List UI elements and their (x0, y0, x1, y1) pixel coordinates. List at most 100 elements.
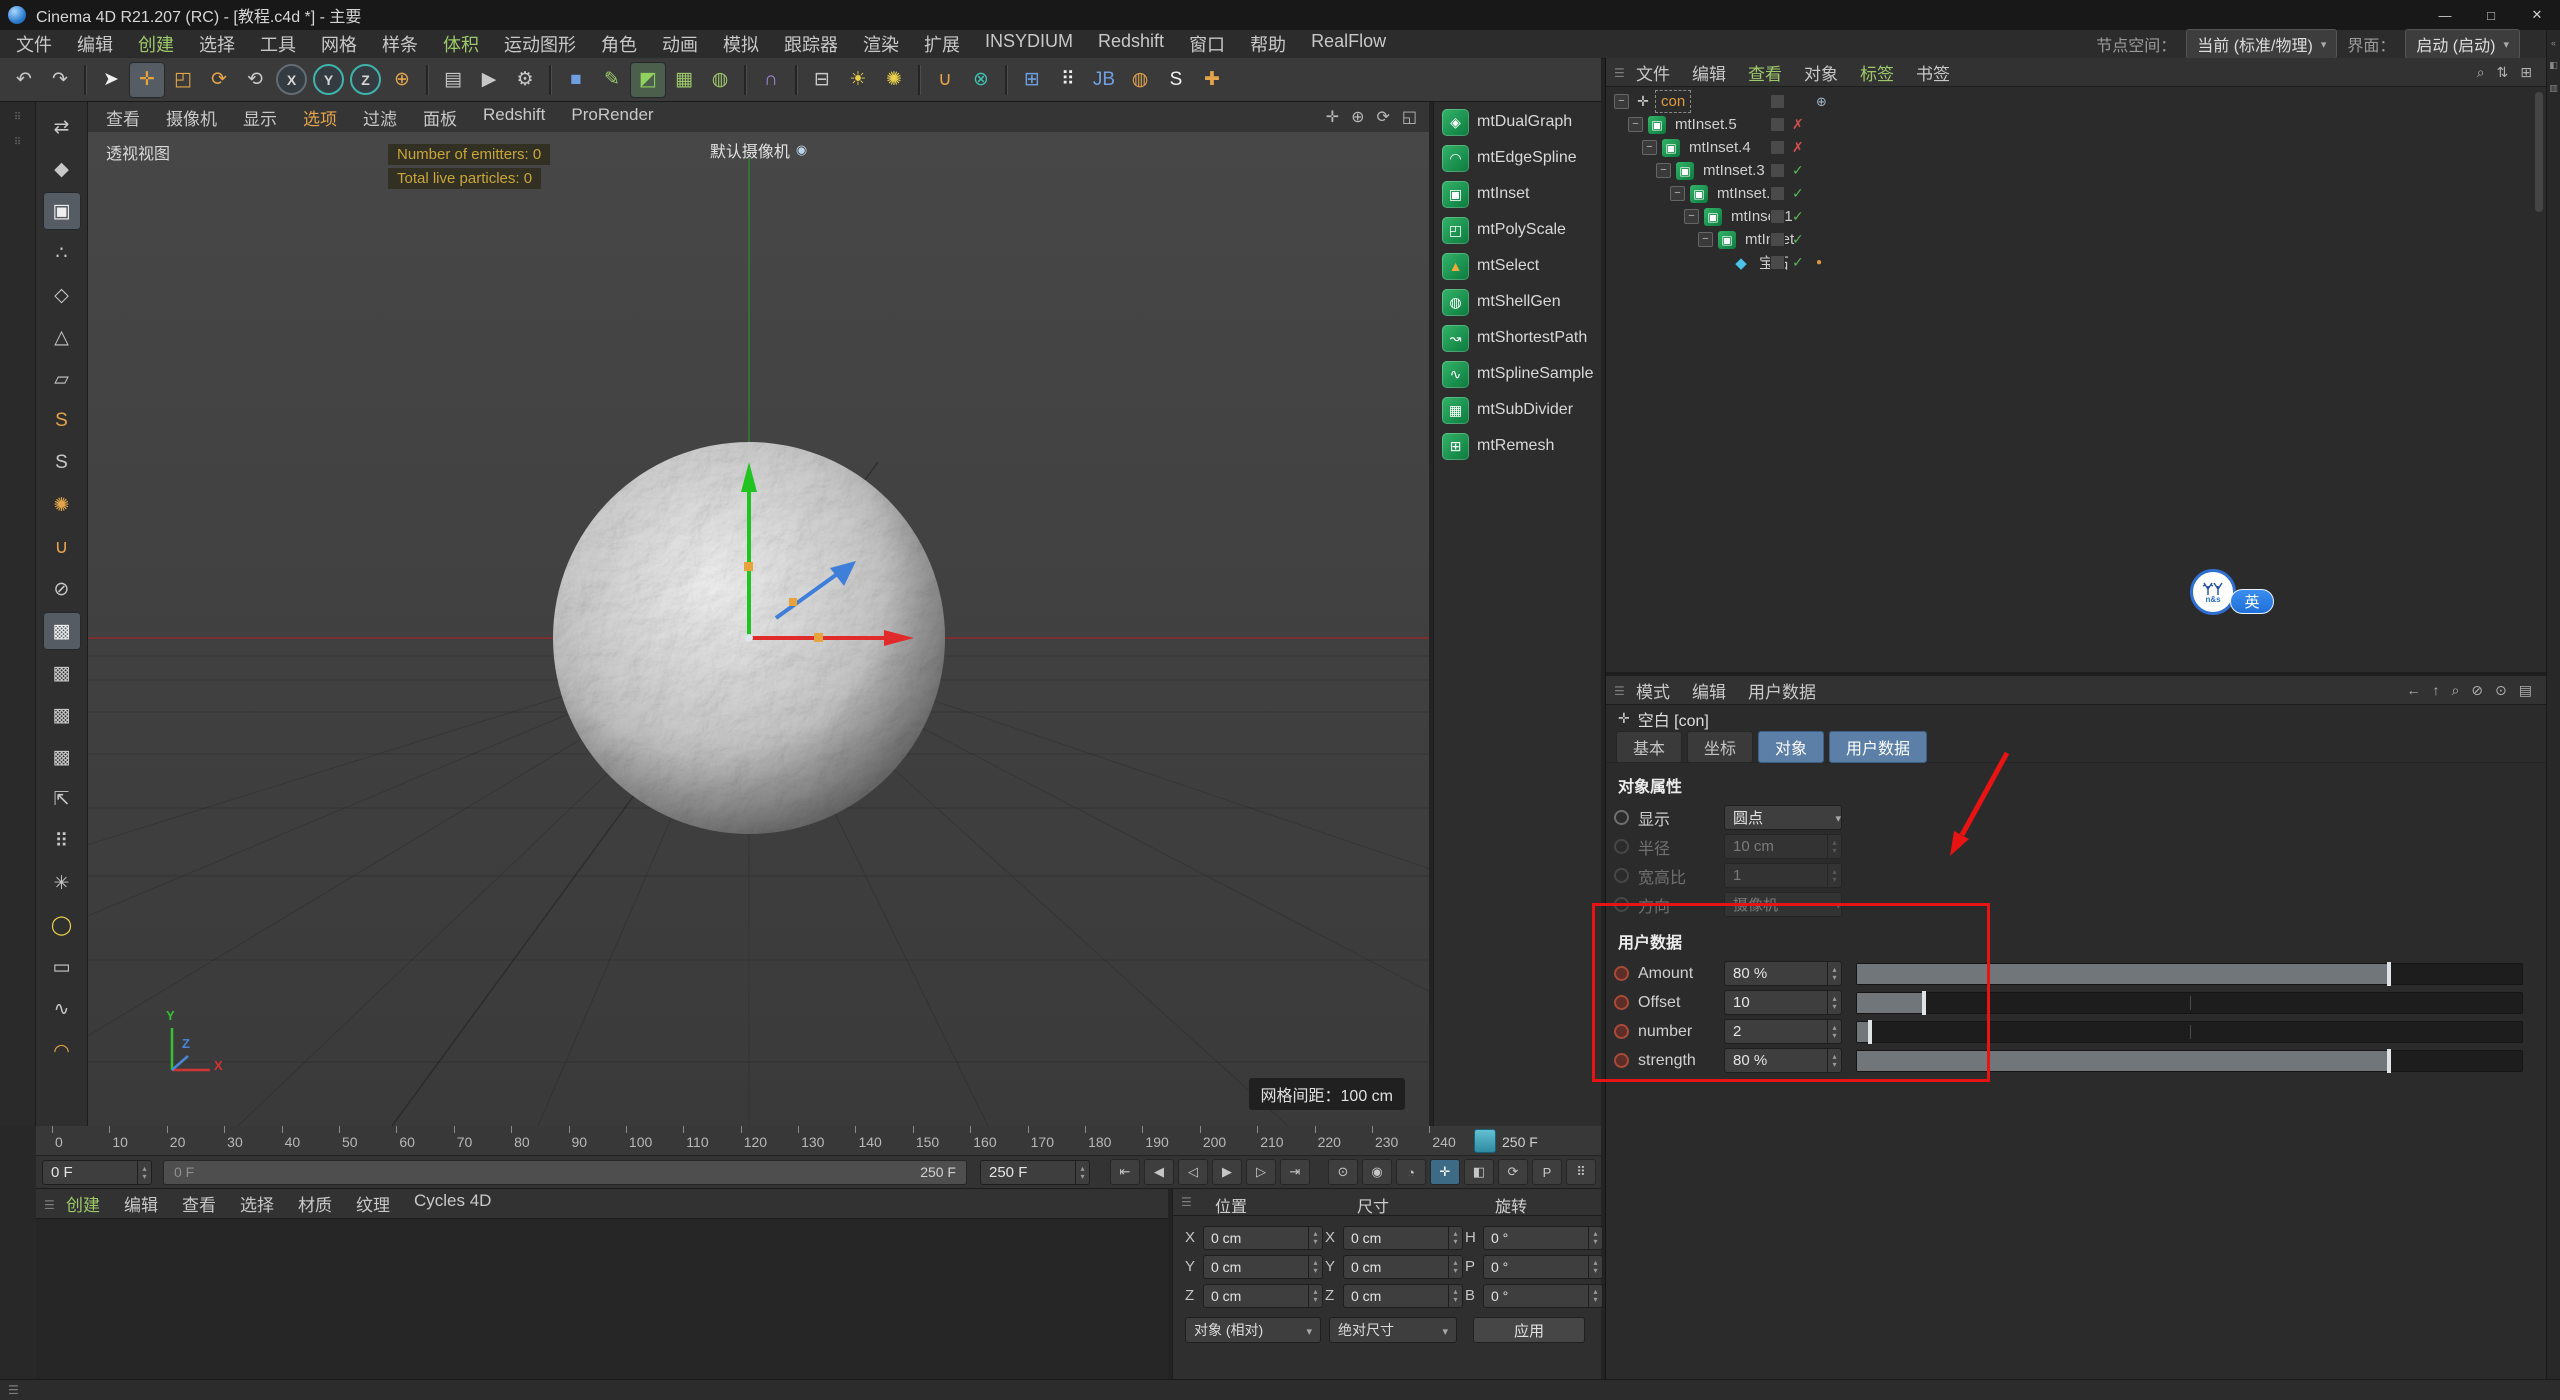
move-tool-icon[interactable]: ✛ (129, 61, 165, 98)
light-icon[interactable]: ✺ (876, 62, 912, 98)
scale-tool-icon[interactable]: ◰ (165, 62, 201, 98)
star-tool-icon[interactable]: ✳ (43, 864, 81, 902)
add-cube-icon[interactable]: ■ (558, 62, 594, 98)
material-menu-item[interactable]: 选择 (240, 1191, 274, 1216)
viewport-menu-item[interactable]: 查看 (106, 105, 140, 130)
attribute-field[interactable]: 圆点 (1724, 805, 1842, 830)
keyframe-circle-icon[interactable] (1614, 966, 1629, 981)
view-pan-icon[interactable]: ✛ (1326, 107, 1339, 127)
object-name[interactable]: mtInset.4 (1685, 138, 1755, 157)
coordinate-input[interactable]: 0 cm (1343, 1225, 1463, 1250)
tile-pattern-4-icon[interactable]: ▩ (43, 738, 81, 776)
goto-end-button[interactable]: ⇥ (1280, 1159, 1310, 1185)
plugin-item[interactable]: ▣ mtInset (1434, 176, 1601, 212)
expander-icon[interactable]: − (1684, 209, 1699, 224)
material-menu-item[interactable]: 纹理 (356, 1191, 390, 1216)
viewport-3d[interactable]: 透视视图 默认摄像机 Number of emitters: 0 Total l… (88, 132, 1429, 1126)
menu-item[interactable]: 角色 (601, 31, 637, 57)
spinner-icon[interactable] (1588, 1226, 1602, 1249)
coordinate-mode-select[interactable]: 对象 (相对) (1185, 1317, 1321, 1343)
rotate-tool-icon[interactable]: ⟳ (201, 62, 237, 98)
material-menu-item[interactable]: 创建 (66, 1191, 100, 1216)
coordinate-input[interactable]: 0 ° (1483, 1283, 1603, 1308)
separator[interactable] (1005, 64, 1008, 95)
translator-badge[interactable]: n&s 英 (2190, 569, 2300, 621)
points-mode-icon[interactable]: ∴ (43, 234, 81, 272)
tree-row[interactable]: − ▣ mtInset.4 ✗ (1606, 136, 2546, 159)
am-menu-item[interactable]: 编辑 (1692, 678, 1726, 703)
record-position-toggle[interactable]: ✛ (1430, 1159, 1460, 1185)
volume-builder-icon[interactable]: ▦ (666, 62, 702, 98)
current-frame-field[interactable]: 0 F (42, 1160, 152, 1185)
lock-x-icon[interactable]: X (276, 64, 307, 95)
coordinate-input[interactable]: 0 cm (1343, 1254, 1463, 1279)
autokey-button[interactable]: ◉ (1362, 1159, 1392, 1185)
enable-mark[interactable]: ✓ (1792, 162, 1804, 179)
plugin-item[interactable]: ⊞ mtRemesh (1434, 428, 1601, 464)
edges-mode-icon[interactable]: ◇ (43, 276, 81, 314)
separator[interactable] (744, 64, 747, 95)
am-lock-icon[interactable]: ⊘ (2471, 682, 2483, 699)
separator[interactable] (84, 64, 87, 95)
tree-row[interactable]: − ▣ mtInset.2 ✓ (1606, 182, 2546, 205)
scrollbar[interactable] (2535, 92, 2543, 212)
menu-item[interactable]: 运动图形 (504, 31, 576, 57)
spinner-icon[interactable] (1448, 1255, 1462, 1278)
make-editable-icon[interactable]: ⇄ (43, 108, 81, 146)
coordinate-input[interactable]: 0 cm (1203, 1225, 1323, 1250)
qr-plugin-icon[interactable]: ⠿ (1050, 62, 1086, 98)
enable-mark[interactable]: ✗ (1792, 116, 1804, 133)
model-mode-icon[interactable]: ◆ (43, 150, 81, 188)
recent-tool-icon[interactable]: ⟲ (237, 62, 273, 98)
om-menu-item[interactable]: 对象 (1804, 60, 1838, 85)
rect-select-icon[interactable]: ▭ (43, 948, 81, 986)
field-icon[interactable]: ◍ (702, 62, 738, 98)
value-slider[interactable] (1856, 1019, 2523, 1044)
spinner-icon[interactable] (1308, 1255, 1322, 1278)
keyframe-circle-icon[interactable] (1614, 868, 1629, 883)
sky-icon[interactable]: ☀ (840, 62, 876, 98)
view-layout-icon[interactable]: ◱ (1402, 107, 1417, 127)
viewport-menu-item[interactable]: 选项 (303, 105, 337, 130)
s-plugin-icon[interactable]: S (1158, 62, 1194, 98)
visibility-chip[interactable] (1770, 163, 1785, 178)
spinner-icon[interactable] (1308, 1284, 1322, 1307)
keyframe-circle-icon[interactable] (1614, 1024, 1629, 1039)
dock-collapse-icon[interactable]: « (2551, 38, 2556, 48)
goto-start-button[interactable]: ⇤ (1110, 1159, 1140, 1185)
tree-row[interactable]: ◆ 宝石 ✓ ● (1606, 251, 2546, 274)
spline-pen-icon[interactable]: ✎ (594, 62, 630, 98)
workplane-mode-icon[interactable]: ▱ (43, 360, 81, 398)
plugin-item[interactable]: ◰ mtPolyScale (1434, 212, 1601, 248)
lasso-select-icon[interactable]: ∿ (43, 990, 81, 1028)
next-frame-button[interactable]: ▷ (1246, 1159, 1276, 1185)
dock-tab-icon-2[interactable]: ▥ (2549, 83, 2558, 94)
snap-icon[interactable]: ⊗ (963, 62, 999, 98)
spinner-icon[interactable] (137, 1161, 151, 1184)
menu-item[interactable]: 编辑 (77, 31, 113, 57)
menu-item[interactable]: INSYDIUM (985, 31, 1073, 57)
coord-system-icon[interactable]: ⊕ (384, 62, 420, 98)
menu-item[interactable]: 文件 (16, 31, 52, 57)
menu-item[interactable]: 样条 (382, 31, 418, 57)
subdivision-surface-icon[interactable]: ◩ (630, 61, 666, 98)
dock-tab-icon[interactable]: ◧ (2549, 60, 2558, 71)
view-zoom-icon[interactable]: ⊕ (1351, 107, 1364, 127)
arc-tool-icon[interactable]: ◠ (43, 1032, 81, 1070)
tile-pattern-3-icon[interactable]: ▩ (43, 696, 81, 734)
close-button[interactable]: ✕ (2514, 0, 2560, 30)
menu-item[interactable]: 帮助 (1250, 31, 1286, 57)
keyframe-selection-button[interactable]: ◔ (1396, 1159, 1426, 1185)
attribute-tab[interactable]: 坐标 (1687, 731, 1754, 763)
om-menu-item[interactable]: 文件 (1636, 60, 1670, 85)
visibility-chip[interactable] (1770, 94, 1785, 109)
node-space-select[interactable]: 当前 (标准/物理) (2186, 29, 2338, 59)
am-menu-item[interactable]: 模式 (1636, 678, 1670, 703)
render-settings-icon[interactable]: ⚙ (507, 62, 543, 98)
visibility-chip[interactable] (1770, 140, 1785, 155)
spinner-icon[interactable] (1448, 1284, 1462, 1307)
prev-key-button[interactable]: ◀ (1144, 1159, 1174, 1185)
viewport-canvas[interactable] (88, 132, 1429, 1126)
plugin-item[interactable]: ◠ mtEdgeSpline (1434, 140, 1601, 176)
spinner-icon[interactable] (1827, 991, 1841, 1014)
